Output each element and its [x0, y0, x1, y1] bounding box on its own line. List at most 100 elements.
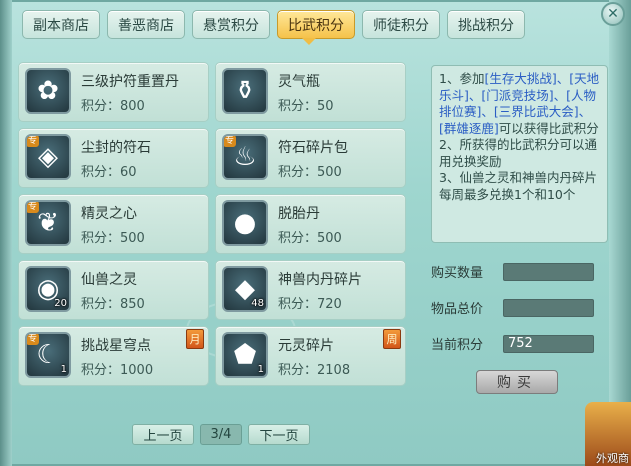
- tab-karma-shop[interactable]: 善恶商店: [107, 10, 185, 39]
- total-label: 物品总价: [431, 302, 484, 317]
- item-glyph: ⚱: [234, 76, 256, 106]
- price-prefix: 积分：: [81, 165, 121, 180]
- shop-item[interactable]: ♨ 专符石碎片包 积分：500: [215, 128, 406, 188]
- window-left-edge: [0, 0, 12, 466]
- item-glyph: ◈: [38, 142, 58, 172]
- item-price: 积分：60: [81, 161, 137, 180]
- item-price: 积分：500: [81, 227, 145, 246]
- shop-item[interactable]: ✿ 三级护符重置丹 积分：800: [18, 62, 209, 122]
- exclusive-badge: 专: [27, 334, 40, 345]
- shop-item[interactable]: ☾ 专 1 挑战星穹点 积分：1000 月: [18, 326, 209, 386]
- exclusive-badge: 专: [27, 136, 40, 147]
- prev-page-button[interactable]: 上一页: [132, 424, 194, 445]
- shop-tabs: 副本商店 善恶商店 悬赏积分 比武积分 师徒积分 挑战积分: [22, 10, 525, 44]
- rule-2: 2、所获得的比武积分可以通用兑换奖励: [439, 137, 597, 169]
- quantity-row: 购买数量: [431, 262, 594, 281]
- item-glyph: ✿: [37, 76, 59, 106]
- exclusive-badge: 专: [224, 136, 237, 147]
- close-icon[interactable]: ✕: [601, 2, 625, 26]
- item-name: 灵气瓶: [278, 74, 320, 90]
- pill-cluster-icon: ●: [222, 200, 268, 246]
- price-prefix: 积分：: [278, 363, 318, 378]
- price-prefix: 积分：: [81, 297, 121, 312]
- rule-1-prefix: 1、参加: [439, 71, 485, 86]
- current-points-label: 当前积分: [431, 338, 484, 353]
- rune-stone-icon: ◈ 专: [25, 134, 71, 180]
- purchase-limit-badge: 月: [186, 329, 204, 349]
- item-price: 积分：500: [278, 161, 342, 180]
- shop-item[interactable]: ⬟ 1 元灵碎片积分：2108 周: [215, 326, 406, 386]
- item-glyph: ♨: [233, 142, 257, 172]
- page-indicator: 3/4: [200, 424, 242, 445]
- item-price: 积分：2108: [278, 359, 350, 378]
- total-price-value: [503, 298, 594, 317]
- item-price: 积分：50: [278, 95, 334, 114]
- tab-arena-points[interactable]: 比武积分: [277, 10, 355, 39]
- price-value: 850: [120, 297, 145, 312]
- price-value: 800: [120, 99, 145, 114]
- quantity-input[interactable]: [503, 262, 594, 281]
- tab-dungeon-shop[interactable]: 副本商店: [22, 10, 100, 39]
- price-prefix: 积分：: [278, 231, 318, 246]
- beast-orb-icon: ◉ 20: [25, 266, 71, 312]
- active-tab-pointer: [302, 38, 316, 45]
- price-value: 2108: [317, 363, 351, 378]
- shop-item[interactable]: ❦ 专精灵之心 积分：500: [18, 194, 209, 254]
- item-price: 积分：1000: [81, 359, 153, 378]
- shop-item[interactable]: ⚱ 灵气瓶积分：50: [215, 62, 406, 122]
- price-value: 50: [317, 99, 334, 114]
- rules-description: 1、参加[生存大挑战]、[天地乐斗]、[门派竞技场]、[人物排位赛]、[三界比武…: [431, 65, 608, 243]
- golden-pill-icon: ✿: [25, 68, 71, 114]
- price-prefix: 积分：: [278, 99, 318, 114]
- item-name: 脱胎丹: [278, 206, 320, 222]
- item-count: 1: [60, 364, 67, 375]
- current-points-value: 752: [503, 334, 594, 353]
- current-points-row: 当前积分 752: [431, 334, 594, 353]
- pagination: 上一页 3/4 下一页: [132, 424, 310, 445]
- item-price: 积分：500: [278, 227, 342, 246]
- crescent-moon-icon: ☾ 专 1: [25, 332, 71, 378]
- shop-item[interactable]: ◉ 20 仙兽之灵积分：850: [18, 260, 209, 320]
- item-name: 尘封的符石: [81, 140, 151, 156]
- price-value: 720: [317, 297, 342, 312]
- price-value: 1000: [120, 363, 154, 378]
- price-prefix: 积分：: [278, 165, 318, 180]
- item-list: ✿ 三级护符重置丹 积分：800 ⚱ 灵气瓶 积分：50 ◈ 专尘封的符石 积分：60 ♨ 专符石碎…: [18, 62, 413, 388]
- wardrobe-shop-label: 外观商: [596, 452, 629, 465]
- shop-item[interactable]: ● 脱胎丹积分：500: [215, 194, 406, 254]
- rule-1-suffix: 可以获得比武积分: [498, 120, 599, 136]
- shop-item[interactable]: ◆ 48 神兽内丹碎片 积分：720: [215, 260, 406, 320]
- quantity-label: 购买数量: [431, 266, 484, 281]
- price-prefix: 积分：: [278, 297, 318, 312]
- item-glyph: ❦: [37, 208, 59, 238]
- buy-button[interactable]: 购买: [476, 370, 558, 394]
- item-count: 48: [251, 298, 264, 309]
- item-count: 1: [257, 364, 264, 375]
- next-page-button[interactable]: 下一页: [248, 424, 310, 445]
- price-prefix: 积分：: [81, 363, 121, 378]
- item-glyph: ☾: [36, 340, 60, 370]
- item-name: 神兽内丹碎片: [278, 272, 362, 288]
- vase-icon: ⚱: [222, 68, 268, 114]
- shop-item[interactable]: ◈ 专尘封的符石 积分：60: [18, 128, 209, 188]
- item-name: 符石碎片包: [278, 140, 348, 156]
- price-value: 500: [317, 165, 342, 180]
- pouch-icon: ♨ 专: [222, 134, 268, 180]
- price-prefix: 积分：: [81, 99, 121, 114]
- tab-mentor-points[interactable]: 师徒积分: [362, 10, 440, 39]
- tab-bounty-points[interactable]: 悬赏积分: [192, 10, 270, 39]
- item-name: 仙兽之灵: [81, 272, 137, 288]
- item-price: 积分：800: [81, 95, 145, 114]
- total-row: 物品总价: [431, 298, 594, 317]
- crystal-shard-icon: ◆ 48: [222, 266, 268, 312]
- purchase-limit-badge: 周: [383, 329, 401, 349]
- item-name: 元灵碎片: [278, 338, 334, 354]
- price-value: 60: [120, 165, 137, 180]
- item-name: 精灵之心: [81, 206, 137, 222]
- gold-fragment-icon: ⬟ 1: [222, 332, 268, 378]
- price-value: 500: [317, 231, 342, 246]
- tab-challenge-points[interactable]: 挑战积分: [447, 10, 525, 39]
- item-glyph: ⬟: [233, 340, 257, 370]
- window-right-edge: [609, 0, 631, 466]
- item-glyph: ●: [233, 208, 257, 238]
